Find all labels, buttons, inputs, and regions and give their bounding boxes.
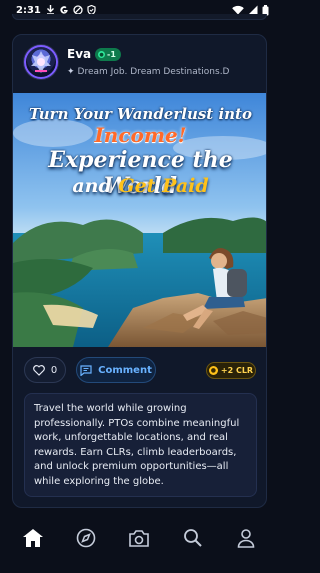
post-subtitle: ✦ Dream Job. Dream Destinations.D bbox=[67, 67, 259, 77]
badge-dot-icon: ● bbox=[98, 51, 105, 58]
post-image[interactable]: Turn Your Wanderlust into Income! Experi… bbox=[13, 93, 266, 347]
post-description: Travel the world while growing professio… bbox=[24, 393, 257, 497]
nav-camera[interactable] bbox=[119, 522, 159, 554]
subtitle-text: Dream Job. Dream Destinations.D bbox=[77, 67, 230, 77]
camera-icon bbox=[129, 529, 150, 547]
post-header: Eva ● -1 ✦ Dream Job. Dream Destinations.… bbox=[13, 35, 266, 91]
home-icon bbox=[22, 529, 43, 547]
clr-reward-text: +2 CLR bbox=[220, 366, 254, 375]
badge-value: -1 bbox=[107, 50, 116, 59]
post-actions: 0 Comment ● +2 CLR bbox=[13, 357, 266, 387]
nav-profile[interactable] bbox=[226, 522, 266, 554]
level-badge: ● -1 bbox=[95, 48, 121, 61]
headline-line-1: Turn Your Wanderlust into bbox=[28, 105, 252, 123]
coin-icon: ● bbox=[208, 366, 218, 375]
comment-label: Comment bbox=[98, 364, 152, 376]
post-card: Eva ● -1 ✦ Dream Job. Dream Destinations.… bbox=[12, 34, 267, 508]
nav-home[interactable] bbox=[13, 522, 53, 554]
headline-line-4: and Get Paid bbox=[13, 175, 266, 197]
like-count: 0 bbox=[50, 364, 58, 376]
headline-line-4a: and bbox=[72, 175, 119, 197]
profile-icon bbox=[237, 529, 255, 548]
nav-search[interactable] bbox=[173, 522, 213, 554]
heart-icon bbox=[32, 364, 45, 376]
search-icon bbox=[183, 529, 202, 547]
sparkle-icon: ✦ bbox=[67, 67, 75, 77]
avatar-art-icon bbox=[31, 51, 51, 73]
system-gesture-area bbox=[0, 556, 279, 573]
avatar[interactable] bbox=[24, 45, 58, 79]
clr-reward-badge: ● +2 CLR bbox=[206, 362, 256, 379]
nav-explore[interactable] bbox=[66, 522, 106, 554]
user-name[interactable]: Eva bbox=[67, 47, 91, 61]
bottom-nav bbox=[0, 520, 279, 556]
headline-line-4b: Get Paid bbox=[118, 175, 209, 197]
like-button[interactable]: 0 bbox=[24, 357, 66, 383]
previous-card-edge bbox=[12, 14, 267, 20]
compass-icon bbox=[76, 528, 96, 548]
comment-icon bbox=[80, 364, 92, 376]
comment-button[interactable]: Comment bbox=[76, 357, 156, 383]
headline-line-2: Income! bbox=[94, 123, 187, 147]
